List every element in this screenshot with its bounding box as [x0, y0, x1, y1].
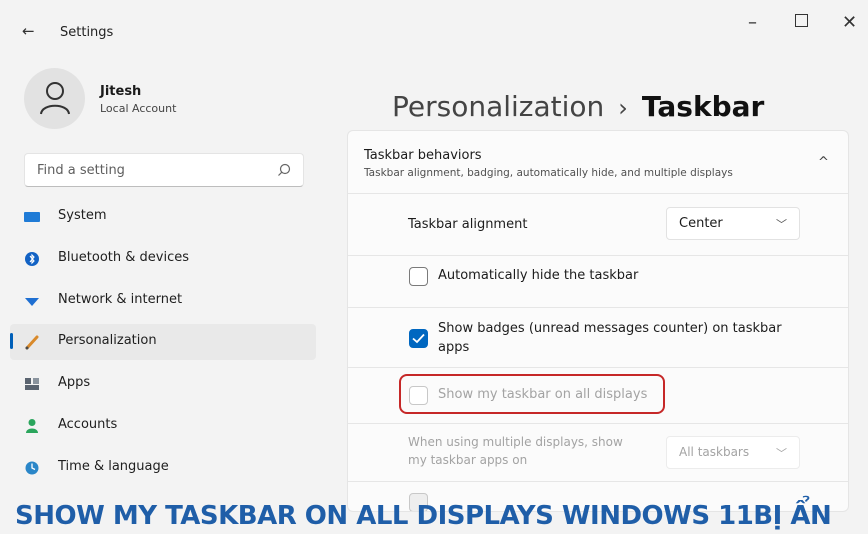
page-title: Taskbar [641, 90, 765, 123]
bluetooth-icon [25, 252, 39, 266]
apps-icon [25, 378, 39, 390]
show-badges-checkbox[interactable] [409, 329, 428, 348]
sidebar-item-label: Network & internet [58, 292, 183, 307]
search-input[interactable]: Find a setting [24, 153, 304, 187]
breadcrumb-separator: › [618, 94, 628, 122]
maximize-button[interactable] [795, 14, 808, 27]
search-placeholder: Find a setting [37, 163, 125, 178]
checkmark-icon [412, 333, 425, 344]
time-language-icon [25, 461, 39, 475]
divider [348, 481, 848, 482]
minimize-button[interactable]: – [748, 12, 757, 33]
sidebar-item-apps[interactable]: Apps [10, 366, 316, 402]
caption-banner: SHOW MY TASKBAR ON ALL DISPLAYS WINDOWS … [0, 498, 868, 534]
network-icon [25, 298, 39, 306]
taskbar-alignment-dropdown[interactable]: Center ﹀ [666, 207, 800, 240]
account-type: Local Account [100, 102, 177, 115]
sidebar-item-label: Personalization [58, 333, 157, 348]
search-icon [278, 163, 291, 176]
divider [348, 255, 848, 256]
auto-hide-label: Automatically hide the taskbar [438, 268, 639, 283]
back-button[interactable]: ← [22, 22, 35, 40]
multi-display-label-cont: my taskbar apps on [408, 453, 528, 467]
auto-hide-checkbox[interactable] [409, 267, 428, 286]
sidebar-item-label: Bluetooth & devices [58, 250, 189, 265]
highlight-annotation [399, 374, 665, 414]
caption-text: SHOW MY TASKBAR ON ALL DISPLAYS WINDOWS … [15, 501, 832, 531]
avatar[interactable] [24, 68, 85, 129]
taskbar-behaviors-group: Taskbar behaviors Taskbar alignment, bad… [347, 130, 849, 512]
dropdown-value: All taskbars [679, 445, 750, 459]
taskbar-alignment-label: Taskbar alignment [408, 217, 528, 232]
selection-indicator [10, 333, 13, 349]
sidebar-item-label: Accounts [58, 417, 118, 432]
accounts-icon [26, 419, 38, 433]
show-badges-label: Show badges (unread messages counter) on… [438, 321, 782, 336]
chevron-down-icon: ﹀ [776, 218, 787, 231]
sidebar-item-label: System [58, 208, 107, 223]
close-button[interactable]: ✕ [842, 12, 857, 33]
app-title: Settings [60, 25, 114, 40]
sidebar-item-network[interactable]: Network & internet [10, 283, 316, 319]
divider [348, 193, 848, 194]
sidebar-item-label: Apps [58, 375, 91, 390]
breadcrumb-parent[interactable]: Personalization [392, 90, 604, 123]
sidebar-item-system[interactable]: System [10, 199, 316, 235]
multi-display-dropdown[interactable]: All taskbars ﹀ [666, 436, 800, 469]
show-badges-label-cont: apps [438, 340, 470, 355]
chevron-down-icon: ﹀ [776, 447, 787, 460]
system-icon [24, 212, 40, 222]
divider [348, 423, 848, 424]
sidebar-item-personalization[interactable]: Personalization [10, 324, 316, 360]
multi-display-label: When using multiple displays, show [408, 435, 623, 449]
user-name: Jitesh [100, 84, 142, 99]
sidebar-item-bluetooth[interactable]: Bluetooth & devices [10, 241, 316, 277]
chevron-up-icon[interactable]: ^ [818, 155, 829, 170]
sidebar-item-time-language[interactable]: Time & language [10, 450, 316, 486]
personalization-icon [25, 335, 39, 350]
group-header[interactable]: Taskbar behaviors Taskbar alignment, bad… [348, 131, 848, 193]
sidebar-item-accounts[interactable]: Accounts [10, 408, 316, 444]
divider [348, 307, 848, 308]
user-icon [40, 82, 70, 115]
dropdown-value: Center [679, 216, 723, 231]
sidebar-item-label: Time & language [58, 459, 169, 474]
breadcrumb: Personalization › Taskbar [392, 90, 764, 123]
group-title: Taskbar behaviors [364, 148, 482, 163]
divider [348, 367, 848, 368]
group-description: Taskbar alignment, badging, automaticall… [364, 167, 733, 179]
